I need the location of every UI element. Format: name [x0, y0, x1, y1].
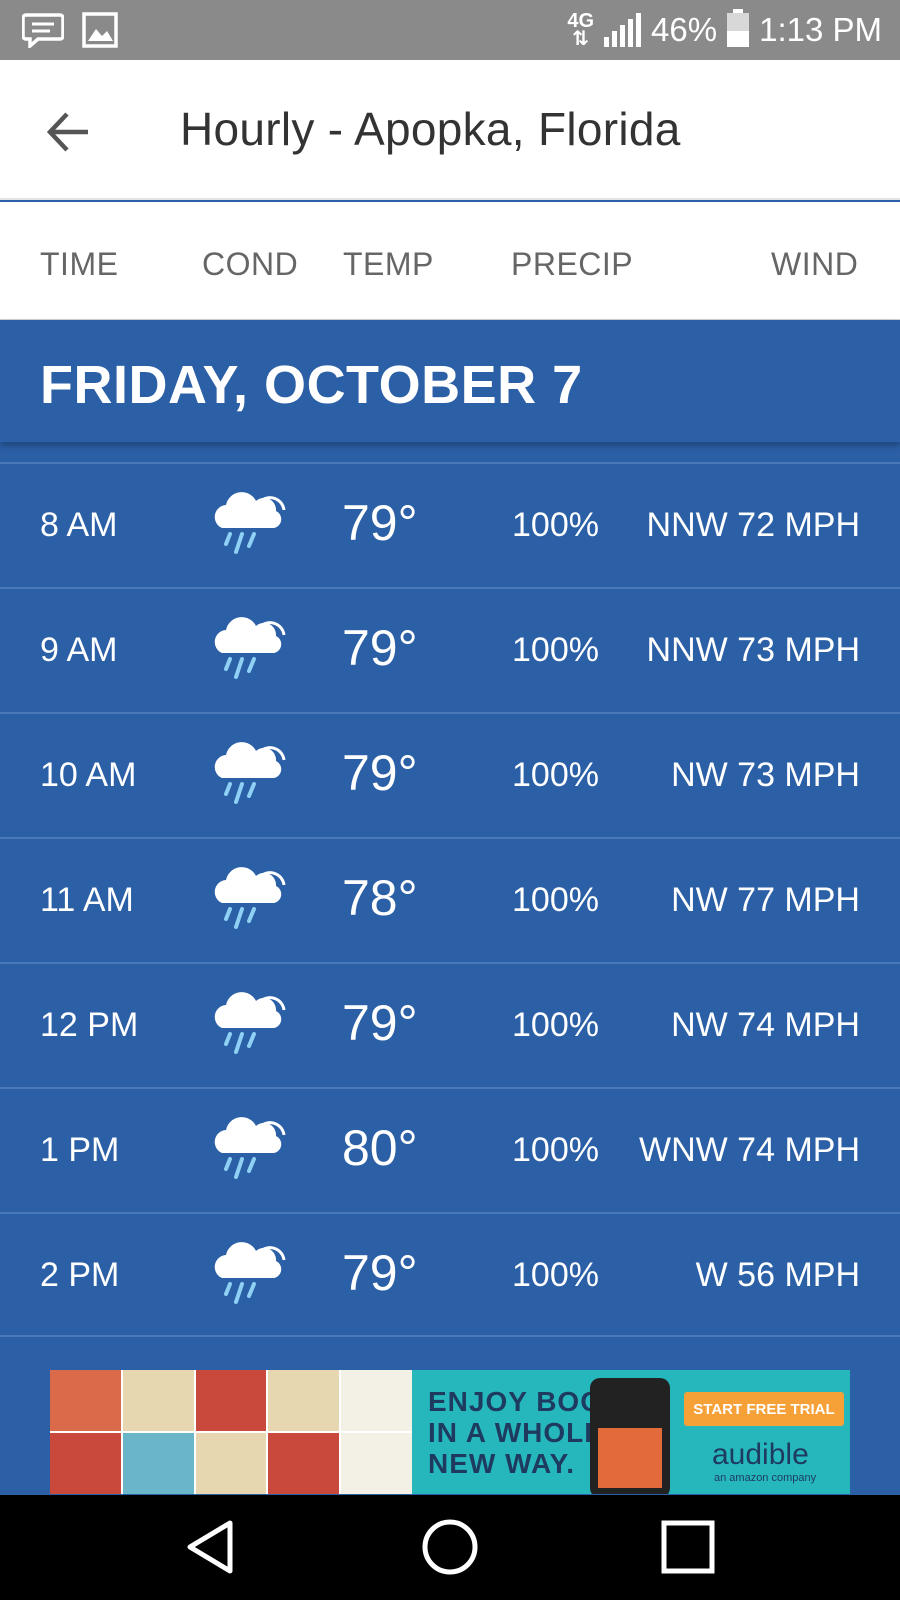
triangle-back-icon [187, 1520, 233, 1574]
hour-time: 8 AM [40, 506, 118, 544]
start-free-trial-button[interactable]: START FREE TRIAL [684, 1392, 844, 1426]
hour-time: 11 AM [40, 881, 134, 919]
battery-percent: 46% [651, 11, 718, 48]
rain-cloud-icon [208, 1113, 288, 1181]
book-cover [268, 1433, 340, 1494]
book-cover [195, 1433, 267, 1494]
network-type-label: 4G [567, 10, 595, 32]
hour-row[interactable]: 1 PM 80° 100% WNW 74 MPH [0, 1087, 900, 1212]
battery-icon [727, 9, 750, 47]
book-cover [122, 1433, 194, 1494]
column-header-wind: WIND [771, 246, 859, 282]
hour-time: 10 AM [40, 756, 137, 794]
hour-temp: 78° [342, 870, 418, 926]
hour-wind: NNW 72 MPH [646, 506, 860, 544]
hour-precip: 100% [512, 1256, 599, 1294]
rain-cloud-icon [208, 863, 288, 931]
book-cover [341, 1370, 412, 1431]
ad-brand-logo: audible [712, 1438, 809, 1471]
column-header-precip: PRECIP [511, 246, 634, 282]
hour-row[interactable]: 12 PM 79° 100% NW 74 MPH [0, 962, 900, 1087]
hour-row[interactable]: 11 AM 78° 100% NW 77 MPH [0, 837, 900, 962]
hour-row[interactable]: 9 AM 79° 100% NNW 73 MPH [0, 587, 900, 712]
square-recents-icon [661, 1520, 715, 1574]
hour-temp: 79° [342, 495, 418, 551]
battery-empty-portion [727, 13, 750, 31]
hour-wind: NW 73 MPH [671, 756, 860, 794]
nav-home-button[interactable] [420, 1517, 480, 1577]
hour-time: 2 PM [40, 1256, 120, 1294]
hour-time: 9 AM [40, 631, 118, 669]
hour-row[interactable]: 8 AM 79° 100% NNW 72 MPH [0, 462, 900, 587]
rain-cloud-icon [208, 613, 288, 681]
hour-temp: 79° [342, 745, 418, 801]
ad-banner[interactable]: ENJOY BOOKS IN A WHOLE NEW WAY. START FR… [50, 1370, 850, 1494]
hour-wind: NW 77 MPH [671, 881, 860, 919]
column-header-time: TIME [40, 246, 119, 282]
hour-row[interactable]: 2 PM 79° 100% W 56 MPH [0, 1212, 900, 1337]
ad-book-covers [50, 1370, 412, 1494]
book-cover [268, 1370, 340, 1431]
hour-temp: 79° [342, 995, 418, 1051]
book-cover [341, 1433, 412, 1494]
back-button[interactable] [40, 102, 100, 162]
hour-wind: W 56 MPH [695, 1256, 860, 1294]
book-cover [50, 1433, 121, 1494]
signal-icon [604, 13, 642, 47]
rain-cloud-icon [208, 988, 288, 1056]
rain-cloud-icon [208, 738, 288, 806]
hour-wind: NNW 73 MPH [646, 631, 860, 669]
book-cover [122, 1370, 194, 1431]
hour-precip: 100% [512, 1006, 599, 1044]
status-bar: 4G ⇅ 46% 1:13 PM [0, 0, 900, 60]
page-title: Hourly - Apopka, Florida [180, 103, 681, 155]
hour-temp: 80° [342, 1120, 418, 1176]
hour-time: 1 PM [40, 1131, 120, 1169]
hour-precip: 100% [512, 1131, 599, 1169]
hour-precip: 100% [512, 881, 599, 919]
column-headers: TIME COND TEMP PRECIP WIND [0, 202, 900, 320]
app-bar: Hourly - Apopka, Florida [0, 60, 900, 200]
hour-precip: 100% [512, 756, 599, 794]
hour-precip: 100% [512, 506, 599, 544]
hour-temp: 79° [342, 1245, 418, 1301]
nav-recents-button[interactable] [658, 1517, 718, 1577]
system-nav-bar [0, 1495, 900, 1600]
book-cover [50, 1370, 121, 1431]
hour-time: 12 PM [40, 1006, 139, 1044]
day-label: FRIDAY, OCTOBER 7 [40, 355, 583, 415]
status-bar-notifications [21, 12, 118, 53]
ad-brand-sub: an amazon company [714, 1472, 817, 1484]
image-icon [82, 12, 118, 53]
hour-wind: NW 74 MPH [671, 1006, 860, 1044]
hour-row[interactable]: 10 AM 79° 100% NW 73 MPH [0, 712, 900, 837]
ad-phone-image [590, 1378, 670, 1494]
day-header: FRIDAY, OCTOBER 7 [0, 320, 900, 442]
circle-home-icon [422, 1519, 478, 1575]
arrow-left-icon [46, 112, 88, 152]
nav-back-button[interactable] [182, 1517, 242, 1577]
network-type-icon: 4G ⇅ [567, 10, 595, 50]
battery-fill [727, 31, 750, 47]
status-bar-system: 4G ⇅ 46% 1:13 PM [567, 0, 882, 60]
hour-temp: 79° [342, 620, 418, 676]
clock: 1:13 PM [759, 11, 882, 48]
hour-wind: WNW 74 MPH [639, 1131, 860, 1169]
column-header-temp: TEMP [343, 246, 434, 282]
book-cover [195, 1370, 267, 1431]
hourly-list[interactable]: 8 AM 79° 100% NNW 72 MPH 9 AM 79° 100% N… [0, 462, 900, 1337]
hour-precip: 100% [512, 631, 599, 669]
rain-cloud-icon [208, 488, 288, 556]
column-header-cond: COND [202, 246, 299, 282]
rain-cloud-icon [208, 1238, 288, 1306]
chat-icon [21, 12, 65, 53]
